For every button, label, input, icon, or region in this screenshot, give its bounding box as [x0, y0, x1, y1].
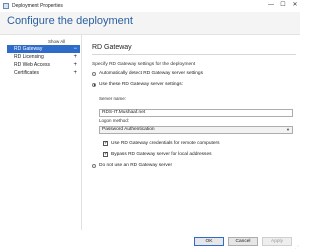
chevron-down-icon: ▼	[286, 127, 290, 132]
nav-item-label: Certificates	[14, 70, 40, 76]
logon-method-label: Logon method:	[99, 118, 130, 123]
maximize-button[interactable]: ☐	[280, 1, 286, 10]
server-name-label: Server name:	[99, 96, 127, 101]
page-title: Configure the deployment	[7, 15, 133, 27]
radio-use-settings[interactable]: Use these RD Gateway server settings:	[92, 82, 183, 87]
nav-item-label: RD Licensing	[14, 54, 44, 60]
nav-item-rd-licensing[interactable]: RD Licensing +	[7, 53, 80, 61]
cancel-button[interactable]: Cancel	[228, 237, 258, 246]
nav-item-label: RD Gateway	[14, 46, 43, 52]
checkbox-label: Bypass RD Gateway server for local addre…	[111, 152, 212, 157]
radio-label: Use these RD Gateway server settings:	[99, 82, 183, 87]
nav-item-certificates[interactable]: Certificates +	[7, 69, 80, 77]
resize-grip-icon[interactable]: ⋰	[295, 244, 299, 249]
header-banner: Configure the deployment	[0, 12, 300, 35]
checkbox-use-credentials[interactable]: ✓ Use RD Gateway credentials for remote …	[103, 141, 220, 146]
radio-auto-detect[interactable]: Automatically detect RD Gateway server s…	[92, 71, 203, 76]
checkbox-label: Use RD Gateway credentials for remote co…	[111, 141, 220, 146]
expand-icon: +	[73, 54, 77, 60]
logon-method-select[interactable]: Password Authentication ▼	[99, 126, 293, 134]
radio-no-gateway[interactable]: Do not use an RD Gateway server	[92, 163, 172, 168]
radio-label: Automatically detect RD Gateway server s…	[99, 71, 203, 76]
deployment-properties-window: Deployment Properties — ☐ ✕ Configure th…	[0, 0, 300, 250]
logon-method-value: Password Authentication	[102, 127, 155, 132]
expand-icon: +	[73, 70, 77, 76]
section-description: Specify RD Gateway settings for the depl…	[92, 62, 196, 67]
nav-item-rd-web-access[interactable]: RD Web Access +	[7, 61, 80, 69]
collapse-icon: −	[73, 46, 77, 52]
apply-button[interactable]: Apply	[262, 237, 292, 246]
app-icon	[3, 3, 9, 9]
nav-item-rd-gateway[interactable]: RD Gateway −	[7, 45, 80, 53]
server-name-input[interactable]: RDS-IT.Mushaaf.net	[99, 109, 293, 117]
section-divider	[92, 54, 296, 55]
ok-button[interactable]: OK	[194, 237, 224, 246]
close-button[interactable]: ✕	[292, 1, 298, 10]
window-controls: — ☐ ✕	[268, 1, 298, 10]
checkbox[interactable]: ✓	[103, 141, 108, 146]
minimize-button[interactable]: —	[268, 1, 274, 10]
checkbox[interactable]: ✓	[103, 152, 108, 157]
expand-icon: +	[73, 62, 77, 68]
window-title: Deployment Properties	[12, 3, 63, 9]
nav-divider	[81, 35, 82, 230]
radio-button[interactable]	[92, 163, 96, 168]
section-title: RD Gateway	[92, 44, 132, 51]
title-bar: Deployment Properties — ☐ ✕	[0, 0, 300, 12]
show-all-link[interactable]: Show All	[48, 39, 65, 44]
radio-button[interactable]	[92, 82, 96, 87]
radio-label: Do not use an RD Gateway server	[99, 163, 173, 168]
radio-button[interactable]	[92, 71, 96, 76]
nav-list: RD Gateway − RD Licensing + RD Web Acces…	[7, 45, 80, 77]
checkbox-bypass-local[interactable]: ✓ Bypass RD Gateway server for local add…	[103, 152, 212, 157]
nav-item-label: RD Web Access	[14, 62, 51, 68]
